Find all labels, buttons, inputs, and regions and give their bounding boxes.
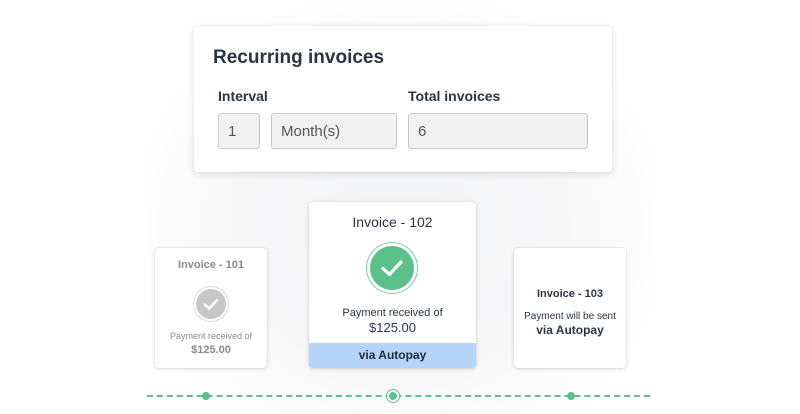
payment-method: via Autopay [536, 323, 604, 337]
invoice-card-101[interactable]: Invoice - 101 Payment received of $125.0… [155, 248, 267, 368]
timeline-dot-103 [567, 392, 575, 400]
payment-status-text: Payment will be sent [524, 311, 616, 322]
timeline-dot-101 [202, 392, 210, 400]
payment-status: Payment received of $125.00 [155, 331, 267, 357]
invoice-card-102[interactable]: Invoice - 102 Payment received of $125.0… [309, 202, 476, 368]
check-icon [370, 246, 414, 290]
payment-status: Payment will be sent via Autopay [514, 310, 626, 339]
invoice-title: Invoice - 101 [177, 259, 245, 271]
panel-title: Recurring invoices [213, 47, 385, 68]
payment-status: Payment received of $125.00 [309, 306, 476, 337]
payment-status-text: Payment received of [169, 331, 253, 341]
payment-amount: $125.00 [369, 320, 416, 336]
interval-label: Interval [218, 88, 268, 104]
invoice-card-103[interactable]: Invoice - 103 Payment will be sent via A… [514, 248, 626, 368]
invoice-title: Invoice - 103 [536, 288, 604, 300]
check-icon [196, 289, 226, 319]
autopay-banner: via Autopay [309, 343, 476, 368]
invoice-title: Invoice - 102 [352, 214, 433, 230]
total-invoices-input[interactable] [408, 113, 588, 149]
total-invoices-label: Total invoices [408, 88, 501, 104]
interval-input[interactable] [218, 113, 260, 149]
recurring-invoices-panel: Recurring invoices Interval Total invoic… [194, 26, 612, 172]
invoice-timeline [147, 390, 650, 402]
payment-status-text: Payment received of [342, 307, 443, 319]
payment-amount: $125.00 [191, 343, 231, 356]
timeline-dot-102-current [387, 390, 399, 402]
interval-unit-select[interactable] [271, 113, 397, 149]
